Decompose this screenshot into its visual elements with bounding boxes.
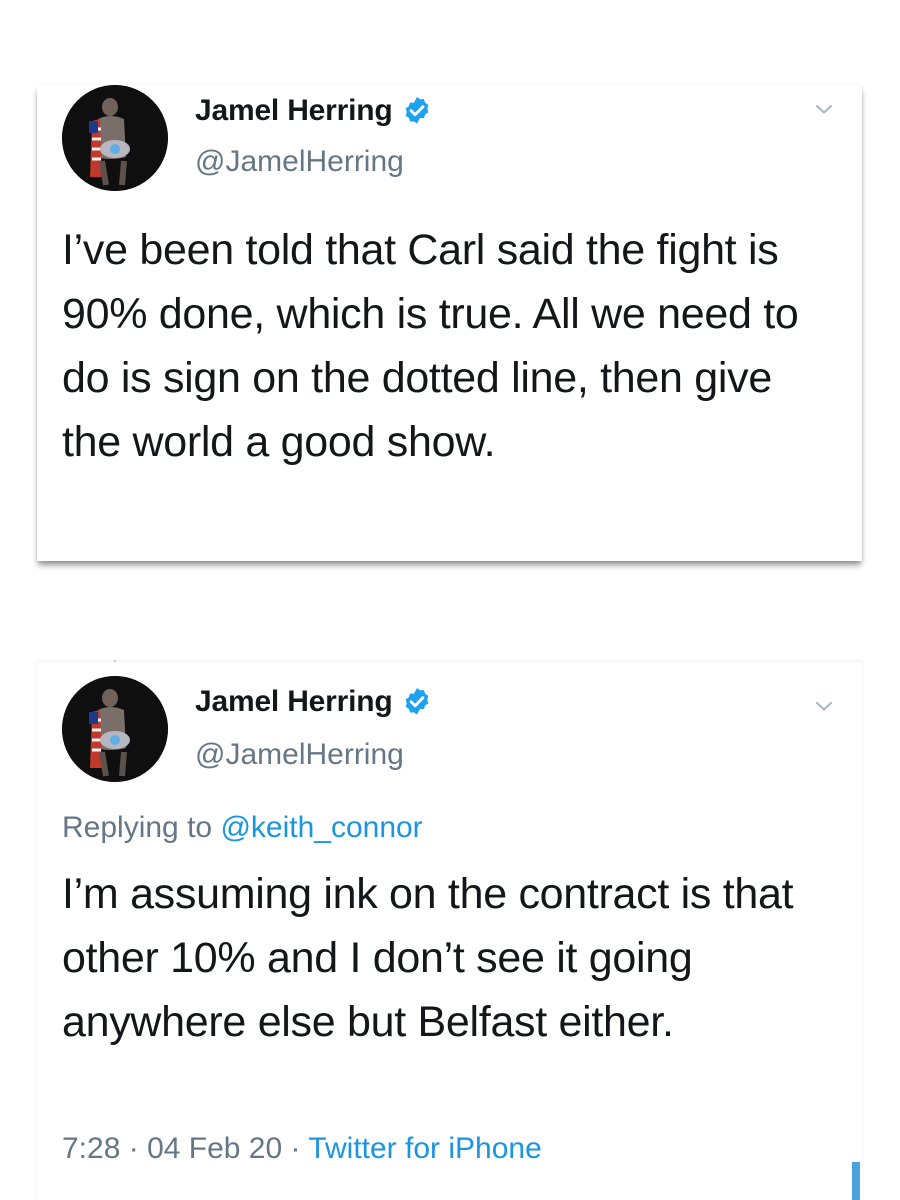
avatar-image: [62, 85, 168, 191]
meta-separator: ·: [290, 1132, 301, 1165]
author-handle[interactable]: @JamelHerring: [195, 738, 404, 772]
tweet-card: Jamel Herring @JamelHerring I’ve been to…: [37, 85, 862, 561]
replying-to-line: Replying to @keith_connor: [62, 811, 423, 845]
replying-to-label: Replying to: [62, 811, 213, 844]
tweet-time[interactable]: 7:28: [62, 1132, 120, 1165]
tweet-text: I’m assuming ink on the contract is that…: [62, 870, 794, 1046]
meta-separator: ·: [128, 1132, 139, 1165]
author-handle[interactable]: @JamelHerring: [195, 145, 404, 179]
reply-to-handle-link[interactable]: @keith_connor: [220, 811, 422, 844]
tweet-meta: 7:28 · 04 Feb 20 · Twitter for iPhone: [62, 1132, 542, 1166]
author-name-row: Jamel Herring: [195, 685, 433, 719]
verified-badge-icon: [401, 686, 433, 718]
tweet-card: Jamel Herring @JamelHerring Replying to …: [37, 662, 862, 1200]
screenshot-page: Jamel Herring @JamelHerring I’ve been to…: [0, 0, 900, 1200]
author-display-name[interactable]: Jamel Herring: [195, 94, 393, 128]
tweet-date[interactable]: 04 Feb 20: [147, 1132, 282, 1165]
verified-badge-icon: [401, 95, 433, 127]
author-display-name[interactable]: Jamel Herring: [195, 685, 393, 719]
avatar-image: [62, 676, 168, 782]
tweet-text: I’ve been told that Carl said the fight …: [62, 226, 799, 466]
chevron-down-icon[interactable]: [812, 97, 836, 121]
avatar[interactable]: [62, 676, 168, 782]
chevron-down-icon[interactable]: [812, 694, 836, 718]
tweet-source-link[interactable]: Twitter for iPhone: [308, 1132, 541, 1165]
author-name-row: Jamel Herring: [195, 94, 433, 128]
avatar[interactable]: [62, 85, 168, 191]
scroll-indicator: [852, 1162, 860, 1200]
